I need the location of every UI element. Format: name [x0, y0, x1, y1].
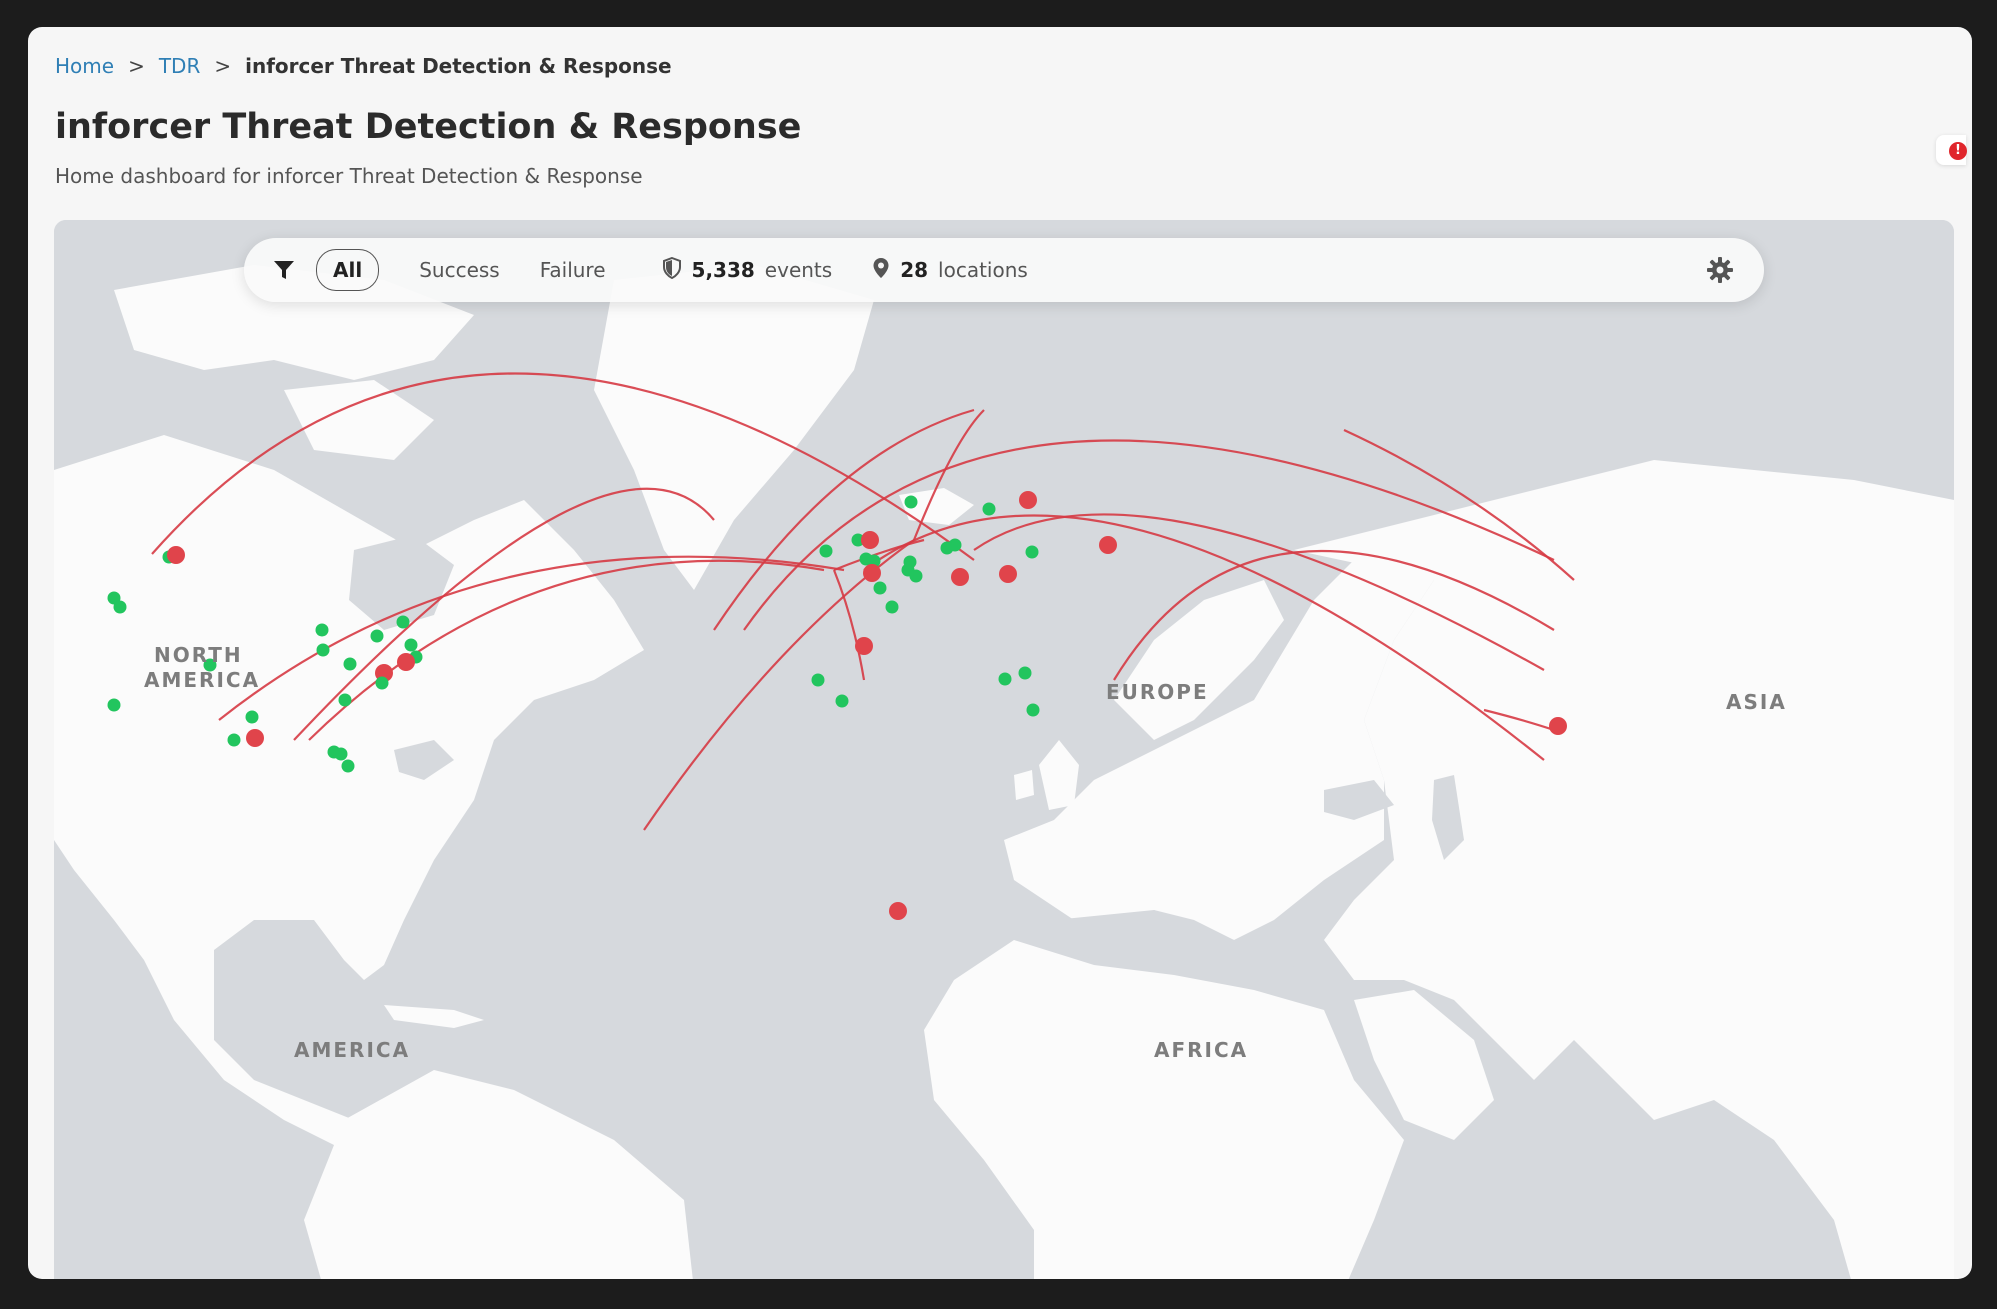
app-window: Home > TDR > inforcer Threat Detection &… [28, 27, 1972, 1279]
failure-location-marker[interactable] [1099, 536, 1117, 554]
success-location-marker[interactable] [107, 698, 121, 712]
filter-icon[interactable] [272, 257, 298, 283]
success-location-marker[interactable] [334, 747, 348, 761]
success-location-marker[interactable] [245, 710, 259, 724]
alert-icon: ! [1949, 142, 1967, 160]
failure-location-marker[interactable] [397, 653, 415, 671]
success-location-marker[interactable] [873, 581, 887, 595]
map-label-africa: AFRICA [1154, 1038, 1249, 1062]
success-location-marker[interactable] [1018, 666, 1032, 680]
success-location-marker[interactable] [316, 643, 330, 657]
map-label-europe: EUROPE [1106, 680, 1209, 704]
success-location-marker[interactable] [835, 694, 849, 708]
locations-count: 28 [900, 258, 929, 282]
tab-failure[interactable]: Failure [540, 258, 606, 282]
success-location-marker[interactable] [819, 544, 833, 558]
events-label: events [764, 258, 833, 282]
threat-map[interactable]: NORTH AMERICA AMERICA EUROPE AFRICA ASIA… [54, 220, 1954, 1279]
success-location-marker[interactable] [375, 676, 389, 690]
breadcrumb-tdr-link[interactable]: TDR [159, 54, 201, 78]
map-label-north-america: NORTH [154, 643, 243, 667]
success-location-marker[interactable] [940, 541, 954, 555]
success-location-marker[interactable] [113, 600, 127, 614]
breadcrumb-separator: > [128, 54, 145, 78]
map-label-asia: ASIA [1726, 690, 1787, 714]
shield-icon [662, 256, 682, 284]
gear-icon[interactable] [1706, 256, 1734, 284]
success-location-marker[interactable] [811, 673, 825, 687]
success-location-marker[interactable] [370, 629, 384, 643]
failure-location-marker[interactable] [167, 546, 185, 564]
map-filter-toolbar: All Success Failure 5,338 events 28 loca… [244, 238, 1764, 302]
success-location-marker[interactable] [1026, 703, 1040, 717]
breadcrumb-current: inforcer Threat Detection & Response [245, 54, 672, 78]
failure-location-marker[interactable] [889, 902, 907, 920]
success-location-marker[interactable] [396, 615, 410, 629]
success-location-marker[interactable] [227, 733, 241, 747]
success-location-marker[interactable] [885, 600, 899, 614]
success-location-marker[interactable] [338, 693, 352, 707]
success-location-marker[interactable] [341, 759, 355, 773]
success-location-marker[interactable] [315, 623, 329, 637]
locations-label: locations [938, 258, 1028, 282]
success-location-marker[interactable] [904, 495, 918, 509]
world-map[interactable] [54, 220, 1954, 1279]
failure-location-marker[interactable] [855, 637, 873, 655]
success-location-marker[interactable] [404, 638, 418, 652]
failure-location-marker[interactable] [1019, 491, 1037, 509]
failure-location-marker[interactable] [246, 729, 264, 747]
breadcrumb-home-link[interactable]: Home [55, 54, 114, 78]
map-pin-icon [872, 257, 890, 284]
failure-location-marker[interactable] [863, 564, 881, 582]
map-label-north-america: AMERICA [144, 668, 261, 692]
success-location-marker[interactable] [343, 657, 357, 671]
tab-all[interactable]: All [316, 249, 380, 291]
page-title: inforcer Threat Detection & Response [55, 107, 802, 147]
map-label-south-america: AMERICA [294, 1038, 411, 1062]
success-location-marker[interactable] [982, 502, 996, 516]
locations-stat: 28 locations [872, 257, 1028, 284]
page-subtitle: Home dashboard for inforcer Threat Detec… [55, 164, 643, 188]
failure-location-marker[interactable] [951, 568, 969, 586]
events-count: 5,338 [691, 258, 755, 282]
success-location-marker[interactable] [998, 672, 1012, 686]
notification-button[interactable]: ! [1936, 135, 1967, 165]
events-stat: 5,338 events [662, 256, 833, 284]
failure-location-marker[interactable] [1549, 717, 1567, 735]
breadcrumb-separator: > [214, 54, 232, 78]
tab-success[interactable]: Success [419, 258, 500, 282]
success-location-marker[interactable] [1025, 545, 1039, 559]
failure-location-marker[interactable] [999, 565, 1017, 583]
success-location-marker[interactable] [909, 569, 923, 583]
breadcrumb: Home > TDR > inforcer Threat Detection &… [55, 54, 672, 78]
success-location-marker[interactable] [903, 555, 917, 569]
failure-location-marker[interactable] [861, 531, 879, 549]
